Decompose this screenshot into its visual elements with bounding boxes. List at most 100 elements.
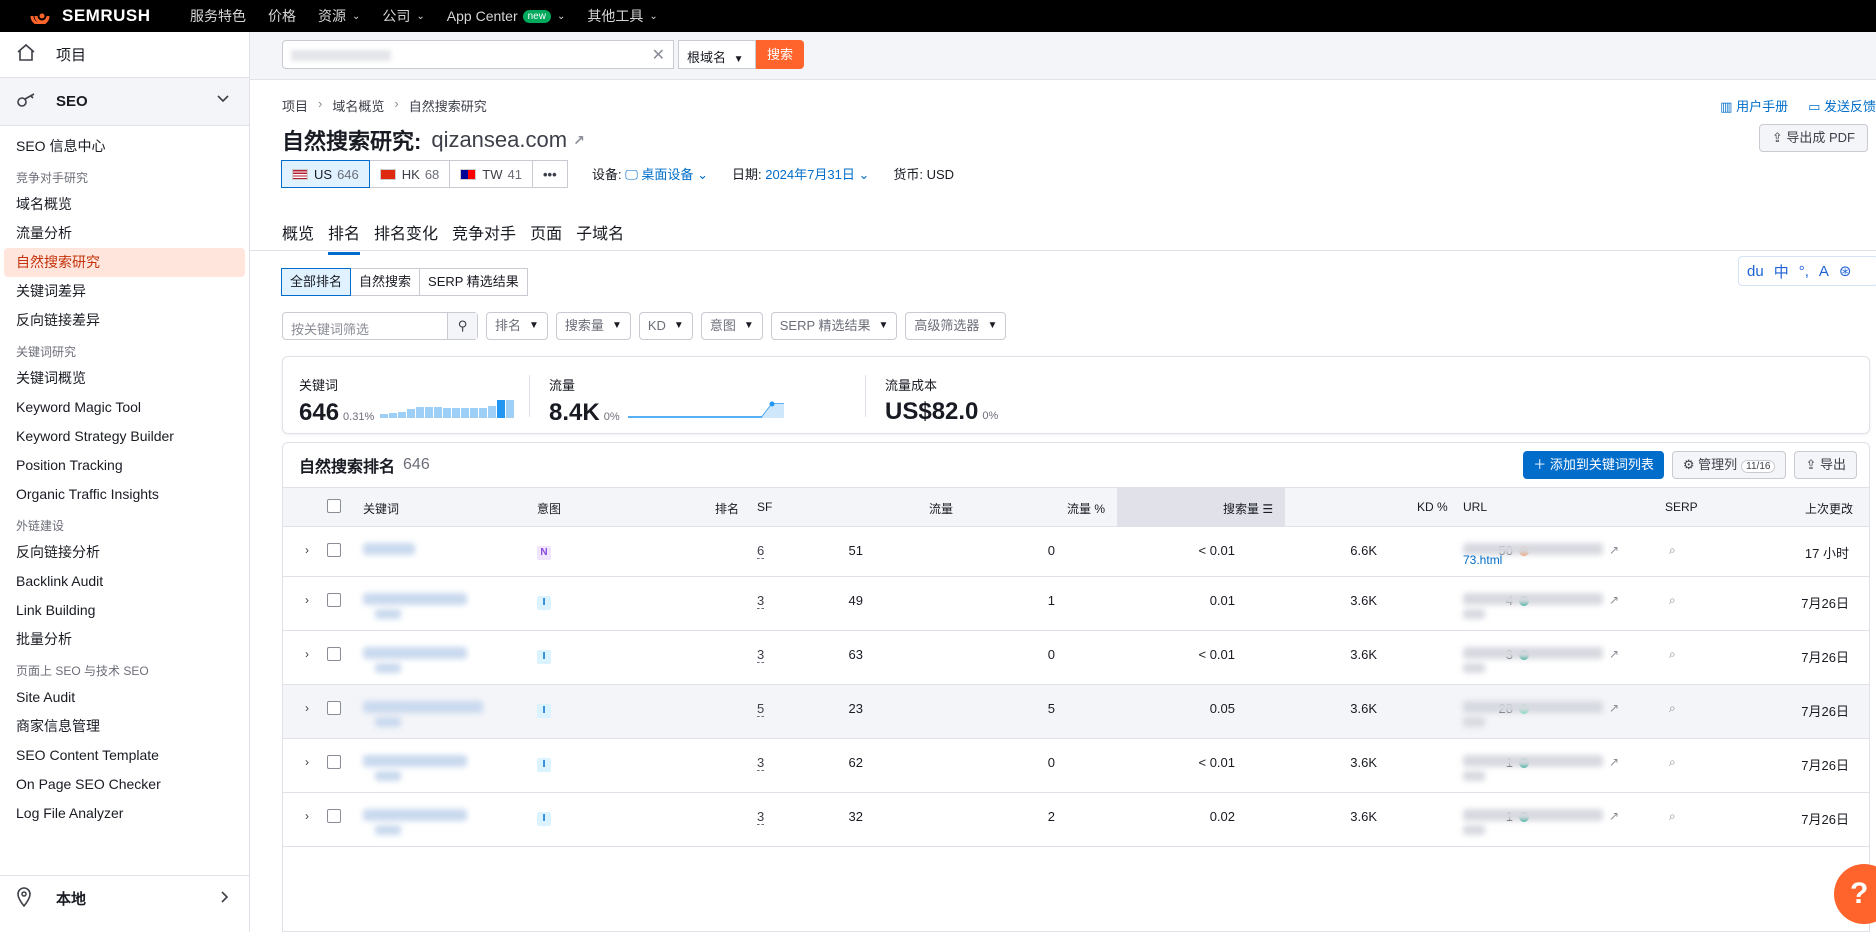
row-checkbox[interactable] — [327, 593, 341, 607]
column-traffic-pct[interactable]: 流量 % — [1067, 500, 1105, 517]
top-nav-item[interactable]: 服务特色 — [190, 6, 246, 26]
column-sf[interactable]: SF — [757, 500, 772, 514]
external-link-icon[interactable]: ↗ — [1609, 755, 1619, 769]
filter-dropdown[interactable]: SERP 精选结果 ▼ — [770, 312, 898, 340]
sidebar-item[interactable]: 批量分析 — [0, 625, 249, 654]
sidebar-item[interactable]: Link Building — [0, 596, 249, 625]
sidebar-item[interactable]: 流量分析 — [0, 219, 249, 248]
column-keyword[interactable]: 关键词 — [363, 500, 399, 517]
serp-preview-icon[interactable]: ⌕ — [1669, 755, 1676, 770]
segment-button[interactable]: 自然搜索 — [350, 268, 421, 296]
sf-count[interactable]: 3 — [757, 593, 765, 609]
row-checkbox[interactable] — [327, 809, 341, 823]
external-link-icon[interactable]: ↗ — [1609, 809, 1619, 823]
column-url[interactable]: URL — [1463, 500, 1487, 514]
sidebar-item[interactable]: 反向链接差异 — [0, 306, 249, 335]
breadcrumb-item[interactable]: 项目 — [282, 96, 308, 115]
clear-icon[interactable]: ✕ — [652, 45, 665, 65]
external-link-icon[interactable]: ↗ — [1609, 593, 1619, 607]
sf-count[interactable]: 3 — [757, 755, 765, 771]
export-pdf-button[interactable]: ⇪ 导出成 PDF — [1758, 124, 1868, 152]
table-row[interactable]: ›I23550.053.6K28↗⌕7月26日 — [283, 685, 1869, 739]
column-kd[interactable]: KD % — [1417, 500, 1448, 514]
filter-dropdown[interactable]: 意图 ▼ — [700, 312, 763, 340]
top-nav-item[interactable]: App Center new ⌄ — [447, 8, 566, 24]
table-row[interactable]: ›I6230< 0.013.6K1↗⌕7月26日 — [283, 739, 1869, 793]
row-checkbox[interactable] — [327, 701, 341, 715]
filter-dropdown[interactable]: KD ▼ — [638, 312, 693, 340]
search-icon[interactable]: ⚲ — [447, 313, 477, 339]
manual-link[interactable]: ▥ 用户手册 — [1720, 96, 1788, 115]
device-dropdown[interactable]: 🖵 桌面设备 ⌄ — [625, 167, 708, 182]
table-row[interactable]: ›I32320.023.6K1↗⌕7月26日 — [283, 793, 1869, 847]
search-button[interactable]: 搜索 — [756, 40, 804, 69]
table-row[interactable]: ›I6330< 0.013.6K3↗⌕7月26日 — [283, 631, 1869, 685]
chevron-right-icon[interactable]: › — [305, 593, 309, 607]
keyword-filter-input[interactable]: 按关键词筛选 ⚲ — [282, 312, 478, 340]
table-row[interactable]: ›N5160< 0.016.6K5073.html↗⌕17 小时 — [283, 527, 1869, 577]
sidebar-item[interactable]: 商家信息管理 — [0, 712, 249, 741]
sf-count[interactable]: 3 — [757, 809, 765, 825]
row-checkbox[interactable] — [327, 755, 341, 769]
serp-preview-icon[interactable]: ⌕ — [1669, 701, 1676, 716]
top-nav-item[interactable]: 资源 ⌄ — [318, 6, 360, 26]
table-row[interactable]: ›I49310.013.6K4↗⌕7月26日 — [283, 577, 1869, 631]
column-position[interactable]: 排名 — [715, 500, 739, 517]
sidebar-section-local[interactable]: 本地 — [0, 875, 249, 921]
serp-preview-icon[interactable]: ⌕ — [1669, 543, 1676, 558]
semrush-logo[interactable]: SEMRUSH — [30, 6, 190, 26]
sidebar-item[interactable]: Keyword Strategy Builder — [0, 422, 249, 451]
export-button[interactable]: ⇪ 导出 — [1794, 451, 1857, 479]
domain-search-input[interactable]: ✕ — [282, 40, 674, 69]
column-updated[interactable]: 上次更改 — [1805, 500, 1853, 517]
sidebar-item[interactable]: On Page SEO Checker — [0, 770, 249, 799]
sidebar-item[interactable]: 反向链接分析 — [0, 538, 249, 567]
country-tw[interactable]: TW 41 — [449, 160, 533, 188]
top-nav-item[interactable]: 价格 — [268, 6, 296, 26]
top-nav-item[interactable]: 其他工具 ⌄ — [587, 6, 657, 26]
sidebar-item[interactable]: 关键词差异 — [0, 277, 249, 306]
sf-count[interactable]: 3 — [757, 647, 765, 663]
extension-icon[interactable]: 中 — [1774, 261, 1789, 282]
extension-icon[interactable]: ⊛ — [1839, 262, 1852, 280]
sidebar-item[interactable]: Backlink Audit — [0, 567, 249, 596]
breadcrumb-item[interactable]: 域名概览 — [332, 96, 384, 115]
row-checkbox[interactable] — [327, 647, 341, 661]
filter-dropdown[interactable]: 排名 ▼ — [486, 312, 548, 340]
sidebar-item[interactable]: 关键词概览 — [0, 364, 249, 393]
sidebar-item[interactable]: Position Tracking — [0, 451, 249, 480]
more-countries-button[interactable]: ••• — [531, 160, 568, 188]
sidebar-item[interactable]: Organic Traffic Insights — [0, 480, 249, 509]
serp-preview-icon[interactable]: ⌕ — [1669, 809, 1676, 824]
top-nav-item[interactable]: 公司 ⌄ — [382, 6, 424, 26]
row-checkbox[interactable] — [327, 543, 341, 557]
sidebar-item[interactable]: Site Audit — [0, 683, 249, 712]
column-traffic[interactable]: 流量 — [929, 500, 953, 517]
column-intent[interactable]: 意图 — [537, 500, 561, 517]
filter-dropdown[interactable]: 搜索量 ▼ — [555, 312, 631, 340]
serp-preview-icon[interactable]: ⌕ — [1669, 593, 1676, 608]
sidebar-item[interactable]: SEO 信息中心 — [0, 132, 249, 161]
chevron-right-icon[interactable]: › — [305, 755, 309, 769]
date-dropdown[interactable]: 2024年7月31日 ⌄ — [765, 167, 869, 182]
sidebar-item[interactable]: 域名概览 — [0, 190, 249, 219]
sidebar-section-seo[interactable]: SEO — [0, 78, 249, 126]
sf-count[interactable]: 5 — [757, 701, 765, 717]
url-tail[interactable]: 73.html — [1463, 553, 1502, 567]
chevron-right-icon[interactable]: › — [305, 647, 309, 661]
extension-icon[interactable]: du — [1747, 263, 1764, 280]
country-us[interactable]: US 646 — [281, 160, 370, 188]
sf-count[interactable]: 6 — [757, 543, 765, 559]
sidebar-item[interactable]: Keyword Magic Tool — [0, 393, 249, 422]
country-hk[interactable]: HK 68 — [368, 160, 451, 188]
column-serp[interactable]: SERP — [1665, 500, 1698, 514]
scope-select[interactable]: 根域名 ▼ — [678, 40, 756, 69]
external-link-icon[interactable]: ↗ — [1609, 701, 1619, 715]
chevron-right-icon[interactable]: › — [305, 809, 309, 823]
sidebar-item[interactable]: 自然搜索研究 — [4, 248, 245, 277]
serp-preview-icon[interactable]: ⌕ — [1669, 647, 1676, 662]
sidebar-item[interactable]: Log File Analyzer — [0, 799, 249, 828]
column-volume[interactable]: 搜索量 ☰ — [1223, 500, 1273, 517]
segment-button[interactable]: 全部排名 — [281, 268, 352, 296]
chevron-right-icon[interactable]: › — [305, 543, 309, 557]
